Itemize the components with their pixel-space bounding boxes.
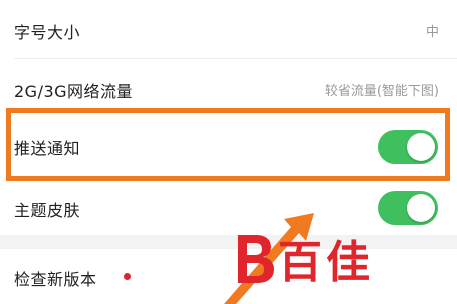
settings-row-network-traffic[interactable]: 2G/3G网络流量 较省流量(智能下图) xyxy=(0,59,457,115)
push-notification-label: 推送通知 xyxy=(14,139,81,158)
settings-screen: 字号大小 中 2G/3G网络流量 较省流量(智能下图) 推送通知 主题皮肤 检查… xyxy=(0,0,457,304)
network-traffic-label: 2G/3G网络流量 xyxy=(14,82,134,101)
font-size-label: 字号大小 xyxy=(14,23,81,42)
watermark-text: 百佳 xyxy=(278,237,374,288)
settings-row-font-size[interactable]: 字号大小 中 xyxy=(0,0,457,58)
update-badge-dot xyxy=(124,273,131,280)
watermark-logo: 百佳 xyxy=(224,213,374,304)
font-size-value: 中 xyxy=(425,25,439,40)
check-update-label: 检查新版本 xyxy=(14,270,97,289)
settings-row-push-notification: 推送通知 xyxy=(0,115,457,177)
push-notification-toggle[interactable] xyxy=(378,130,438,164)
toggle-knob xyxy=(407,133,435,161)
theme-skin-label: 主题皮肤 xyxy=(14,201,81,220)
network-traffic-value: 较省流量(智能下图) xyxy=(324,84,439,99)
